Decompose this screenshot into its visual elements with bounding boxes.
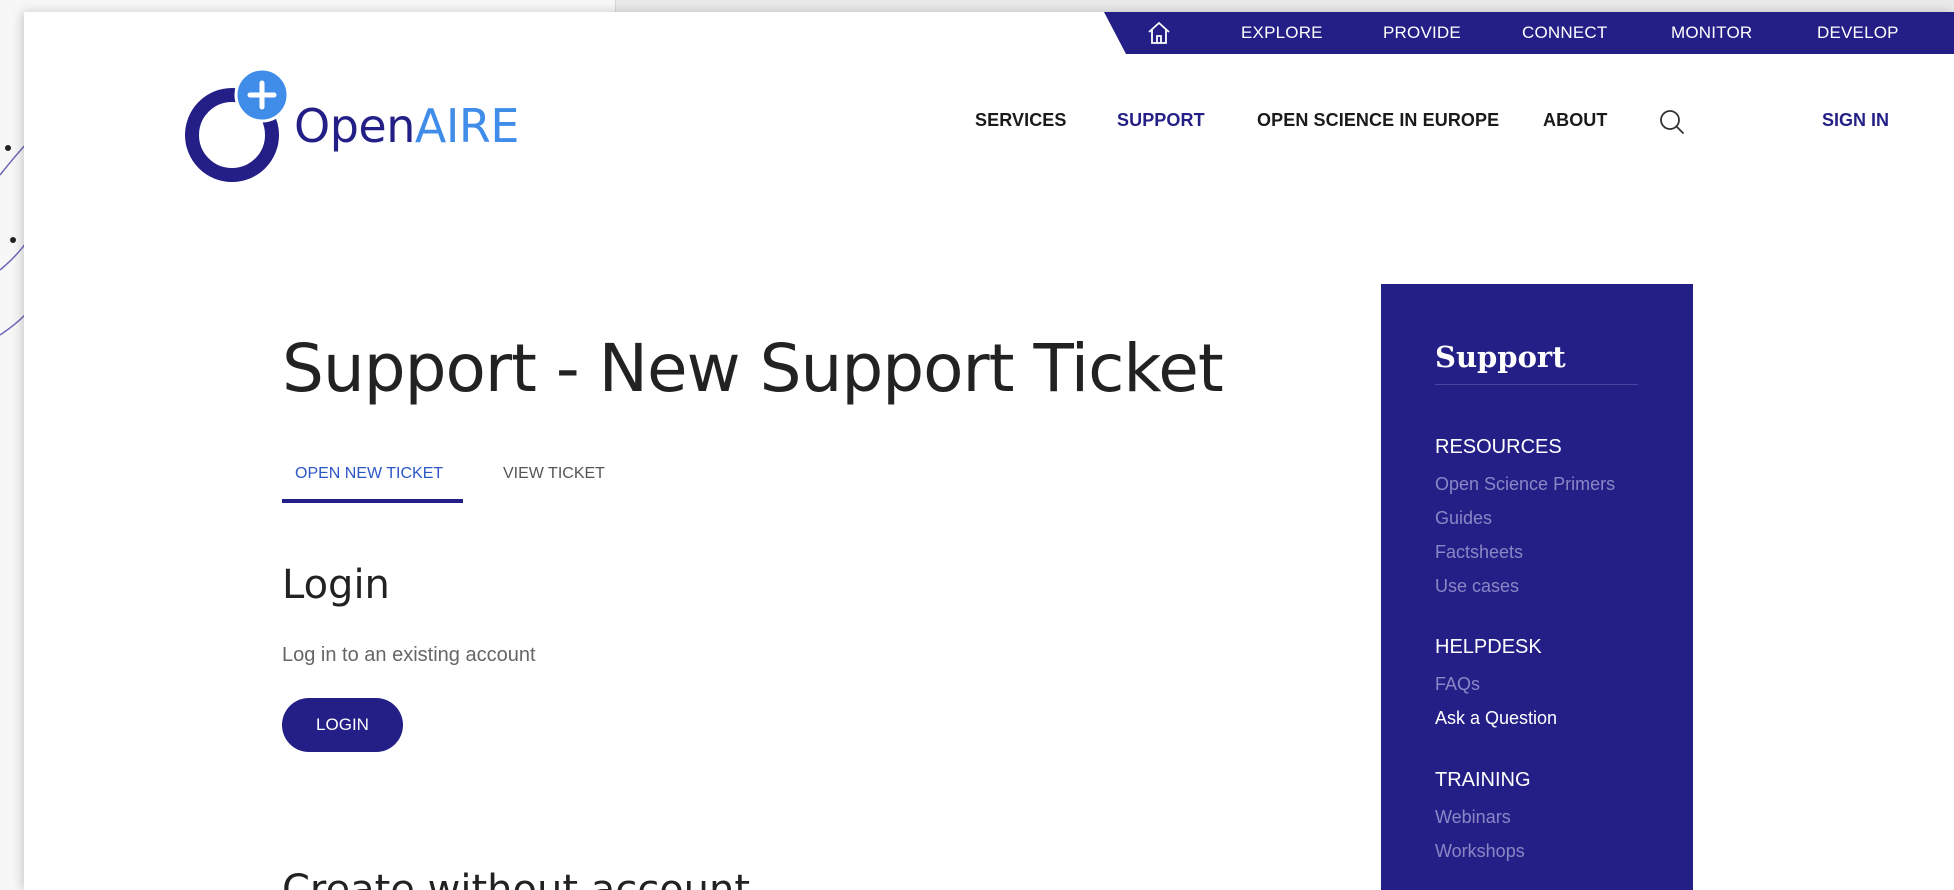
support-sidebar: Support RESOURCES Open Science Primers G… xyxy=(1381,284,1693,890)
active-tab-indicator xyxy=(282,499,463,503)
logo-text: OpenAIRE xyxy=(294,99,519,153)
home-icon[interactable] xyxy=(1146,20,1172,46)
sidebar-section-resources[interactable]: RESOURCES xyxy=(1435,436,1562,459)
logo-text-open: Open xyxy=(294,99,415,153)
sidebar-divider xyxy=(1435,384,1638,385)
sidebar-link-ask-a-question[interactable]: Ask a Question xyxy=(1435,708,1557,729)
page-title: Support - New Support Ticket xyxy=(282,330,1224,407)
topnav-monitor[interactable]: MONITOR xyxy=(1671,12,1752,54)
login-heading: Login xyxy=(282,562,390,608)
nav-open-science-in-europe[interactable]: OPEN SCIENCE IN EUROPE xyxy=(1257,110,1499,131)
sidebar-link-workshops[interactable]: Workshops xyxy=(1435,841,1525,862)
topnav-develop[interactable]: DEVELOP xyxy=(1817,12,1899,54)
logo-text-aire: AIRE xyxy=(414,99,520,153)
nav-services[interactable]: SERVICES xyxy=(975,110,1067,131)
sidebar-link-use-cases[interactable]: Use cases xyxy=(1435,576,1519,597)
sidebar-section-training[interactable]: TRAINING xyxy=(1435,769,1531,792)
topnav-connect[interactable]: CONNECT xyxy=(1522,12,1607,54)
login-description: Log in to an existing account xyxy=(282,644,536,666)
browser-window: EXPLORE PROVIDE CONNECT MONITOR DEVELOP … xyxy=(24,12,1954,890)
sign-in-link[interactable]: SIGN IN xyxy=(1822,110,1889,131)
sidebar-link-open-science-primers[interactable]: Open Science Primers xyxy=(1435,474,1615,495)
search-icon[interactable] xyxy=(1658,108,1686,136)
sidebar-link-webinars[interactable]: Webinars xyxy=(1435,807,1511,828)
login-button[interactable]: LOGIN xyxy=(282,698,403,752)
create-without-account-heading: Create without account xyxy=(282,867,751,890)
topnav-provide[interactable]: PROVIDE xyxy=(1383,12,1461,54)
nav-about[interactable]: ABOUT xyxy=(1543,110,1608,131)
nav-support[interactable]: SUPPORT xyxy=(1117,110,1205,131)
sidebar-section-helpdesk[interactable]: HELPDESK xyxy=(1435,636,1542,659)
tab-view-ticket[interactable]: VIEW TICKET xyxy=(503,465,605,483)
tab-open-new-ticket[interactable]: OPEN NEW TICKET xyxy=(295,465,443,483)
sidebar-title: Support xyxy=(1435,340,1566,374)
sidebar-link-guides[interactable]: Guides xyxy=(1435,508,1492,529)
sidebar-link-factsheets[interactable]: Factsheets xyxy=(1435,542,1523,563)
sidebar-link-faqs[interactable]: FAQs xyxy=(1435,674,1480,695)
topnav-explore[interactable]: EXPLORE xyxy=(1241,12,1323,54)
